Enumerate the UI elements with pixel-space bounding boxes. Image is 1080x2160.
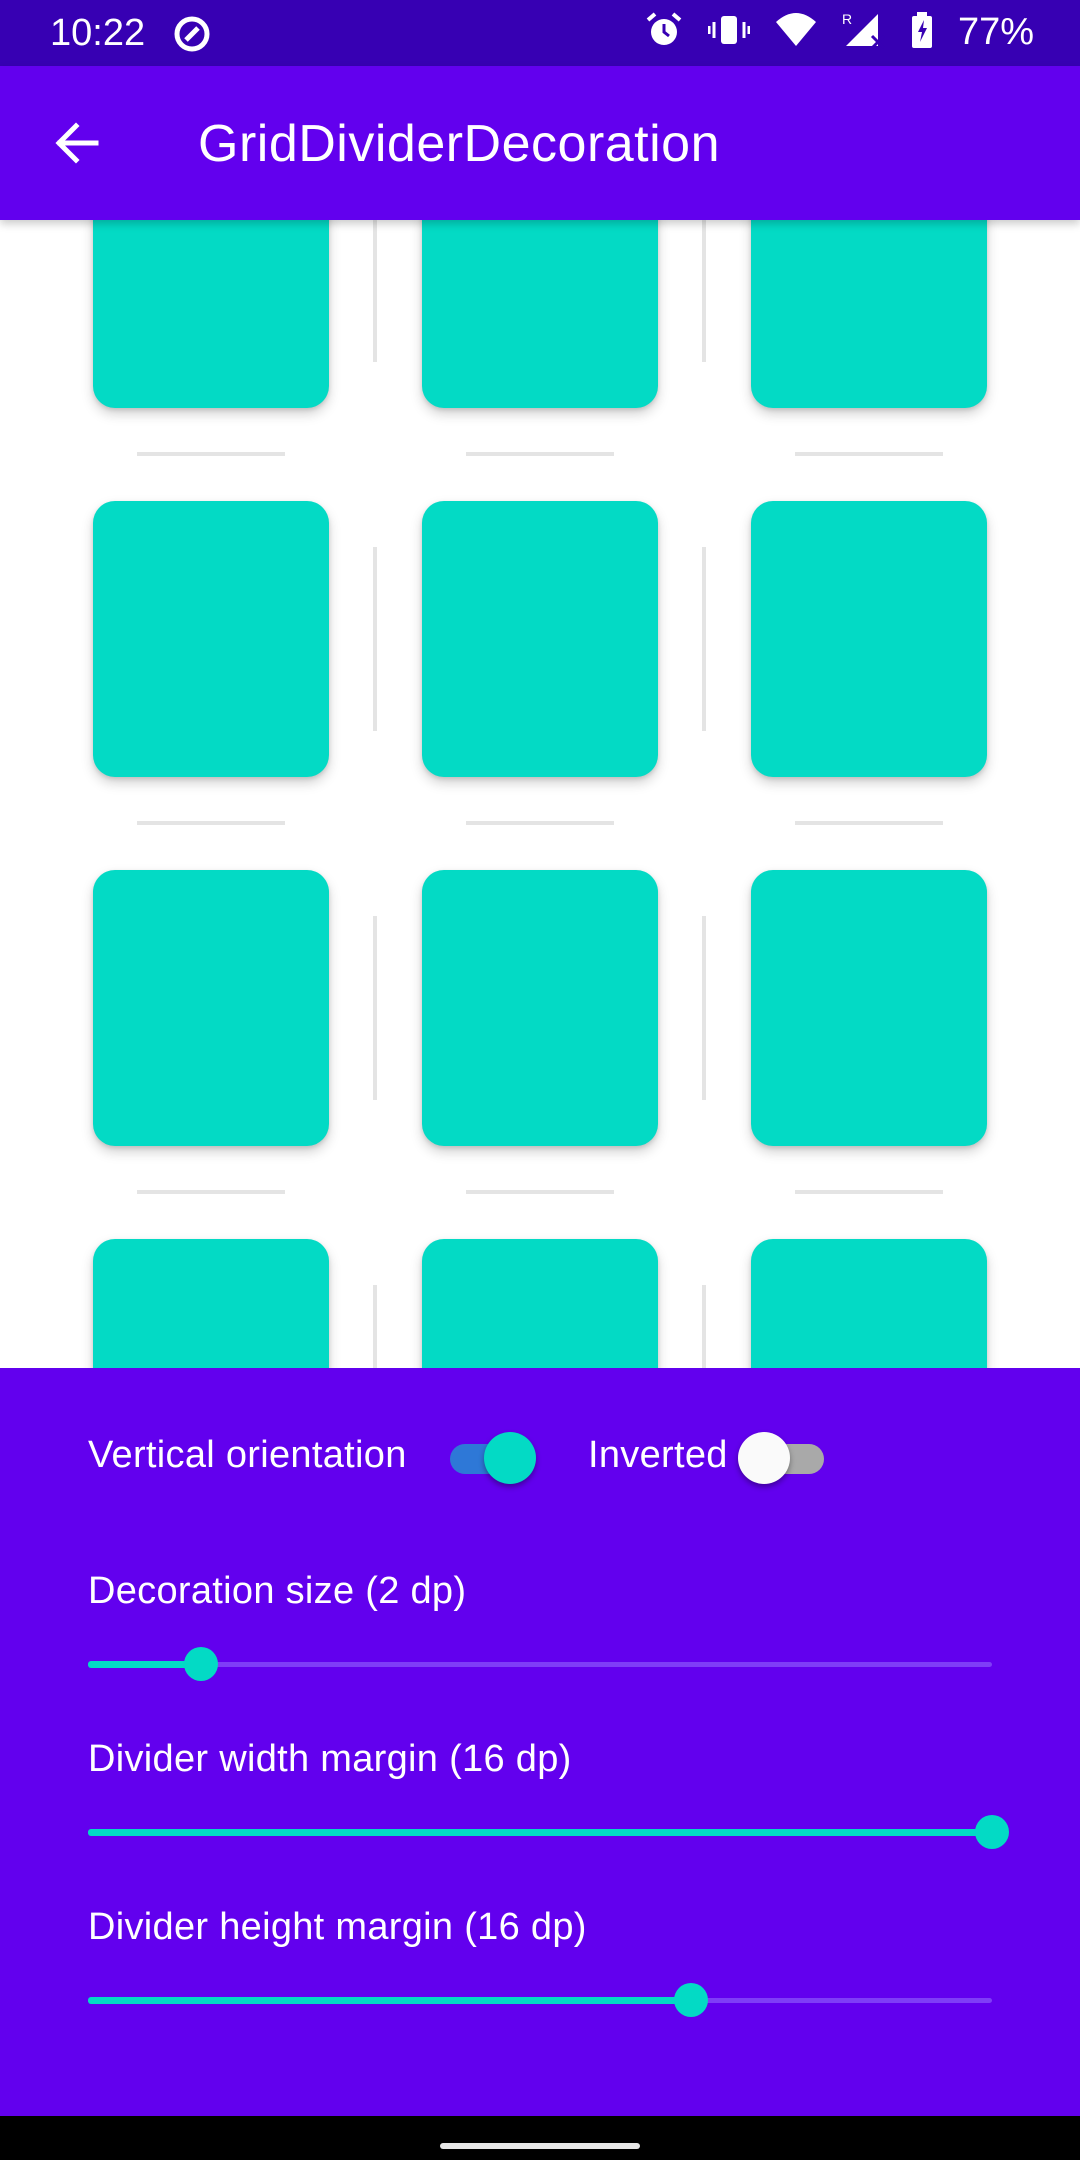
sync-icon	[172, 14, 212, 59]
grid-item[interactable]	[422, 220, 658, 408]
decoration-size-label: Decoration size (2 dp)	[88, 1570, 467, 1612]
horizontal-divider	[137, 452, 285, 456]
app-bar: GridDividerDecoration	[0, 66, 1080, 220]
page-title: GridDividerDecoration	[198, 115, 721, 173]
inverted-switch[interactable]	[738, 1432, 828, 1484]
vertical-divider	[702, 1285, 706, 1368]
svg-text:R: R	[842, 11, 852, 27]
slider-thumb[interactable]	[673, 1983, 708, 2017]
grid-item[interactable]	[93, 220, 329, 408]
divider-width-margin-slider[interactable]	[88, 1802, 1009, 1862]
slider-thumb[interactable]	[975, 1815, 1009, 1849]
battery-percent: 77%	[957, 11, 1034, 53]
horizontal-divider	[466, 821, 614, 825]
slider-rail	[88, 1662, 992, 1667]
inverted-label: Inverted	[588, 1434, 728, 1476]
horizontal-divider	[137, 1190, 285, 1194]
grid-item[interactable]	[422, 870, 658, 1146]
controls-panel: Vertical orientation Inverted Decoration…	[0, 1368, 1080, 2116]
vertical-orientation-switch[interactable]	[446, 1432, 536, 1484]
vertical-divider	[702, 220, 706, 362]
horizontal-divider	[795, 1190, 943, 1194]
horizontal-divider	[466, 1190, 614, 1194]
divider-height-margin-slider[interactable]	[88, 1970, 992, 2030]
horizontal-divider	[795, 821, 943, 825]
grid-item[interactable]	[751, 220, 987, 408]
divider-height-margin-label: Divider height margin (16 dp)	[88, 1906, 587, 1948]
navigation-bar	[0, 2116, 1080, 2160]
status-icons: R 77%	[644, 10, 1034, 55]
horizontal-divider	[795, 452, 943, 456]
battery-charging-icon	[910, 10, 934, 55]
vertical-divider	[373, 220, 377, 362]
wifi-icon	[774, 10, 818, 55]
switch-thumb	[484, 1432, 536, 1484]
grid-item[interactable]	[422, 501, 658, 777]
alarm-icon	[644, 10, 684, 55]
grid-item[interactable]	[751, 501, 987, 777]
divider-width-margin-label: Divider width margin (16 dp)	[88, 1738, 572, 1780]
grid-list[interactable]	[0, 220, 1080, 1368]
grid-item[interactable]	[422, 1239, 658, 1368]
slider-thumb[interactable]	[184, 1647, 218, 1681]
status-time: 10:22	[50, 12, 146, 54]
horizontal-divider	[137, 821, 285, 825]
slider-fill	[88, 1829, 992, 1836]
vertical-orientation-label: Vertical orientation	[88, 1434, 407, 1476]
grid-item[interactable]	[751, 870, 987, 1146]
vertical-divider	[702, 916, 706, 1100]
home-gesture-handle[interactable]	[440, 2143, 640, 2149]
grid-item[interactable]	[93, 870, 329, 1146]
vertical-divider	[373, 1285, 377, 1368]
vertical-divider	[702, 547, 706, 731]
vibrate-icon	[707, 10, 751, 55]
status-bar: 10:22 R 77%	[0, 0, 1080, 66]
grid-item[interactable]	[93, 1239, 329, 1368]
switch-thumb	[738, 1432, 790, 1484]
vertical-divider	[373, 547, 377, 731]
arrow-back-icon[interactable]	[50, 116, 104, 170]
slider-fill	[88, 1997, 691, 2004]
decoration-size-slider[interactable]	[88, 1634, 992, 1694]
grid-item[interactable]	[93, 501, 329, 777]
grid-item[interactable]	[751, 1239, 987, 1368]
vertical-divider	[373, 916, 377, 1100]
signal-roaming-icon: R	[842, 10, 886, 55]
horizontal-divider	[466, 452, 614, 456]
